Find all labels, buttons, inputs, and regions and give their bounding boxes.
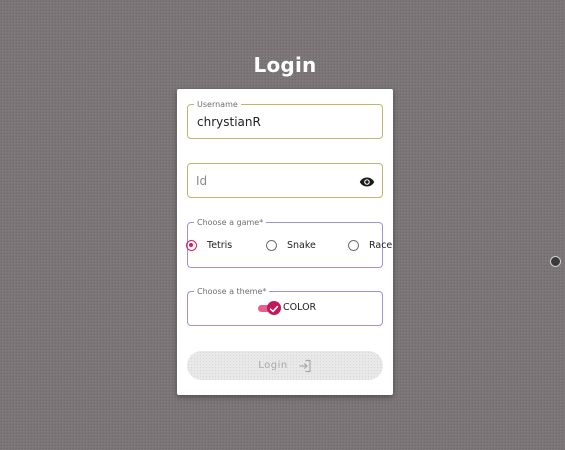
login-icon xyxy=(298,359,312,373)
username-value[interactable]: chrystianR xyxy=(197,115,261,129)
login-card: Username chrystianR Choose a game* Tetri… xyxy=(177,89,393,395)
login-button[interactable]: Login xyxy=(187,351,383,380)
theme-field: Choose a theme* COLOR xyxy=(187,286,383,326)
theme-toggle-label[interactable]: COLOR xyxy=(283,302,316,313)
radio-tetris-circle[interactable] xyxy=(186,239,197,251)
game-radio-group: Choose a game* Tetris Snake Race xyxy=(186,217,392,268)
id-input[interactable] xyxy=(196,173,346,189)
radio-race-circle[interactable] xyxy=(348,239,359,251)
radio-snake[interactable]: Snake xyxy=(266,236,316,254)
checkmark-icon[interactable] xyxy=(267,301,281,315)
radio-race[interactable]: Race xyxy=(348,236,392,254)
game-options: Tetris Snake Race xyxy=(186,236,406,254)
side-handle[interactable] xyxy=(550,256,561,267)
username-field[interactable]: Username chrystianR xyxy=(187,99,383,139)
eye-icon[interactable] xyxy=(359,174,375,188)
id-field[interactable] xyxy=(187,163,383,198)
username-label: Username xyxy=(194,99,241,110)
radio-snake-circle[interactable] xyxy=(266,239,277,251)
page-title: Login xyxy=(253,53,317,77)
radio-tetris-label[interactable]: Tetris xyxy=(207,240,232,251)
radio-snake-label[interactable]: Snake xyxy=(287,240,316,251)
theme-toggle[interactable] xyxy=(258,301,281,315)
radio-tetris[interactable]: Tetris xyxy=(186,236,232,254)
radio-race-label[interactable]: Race xyxy=(369,240,392,251)
game-label: Choose a game* xyxy=(194,217,267,228)
theme-label: Choose a theme* xyxy=(194,286,270,297)
login-button-label: Login xyxy=(258,360,288,371)
